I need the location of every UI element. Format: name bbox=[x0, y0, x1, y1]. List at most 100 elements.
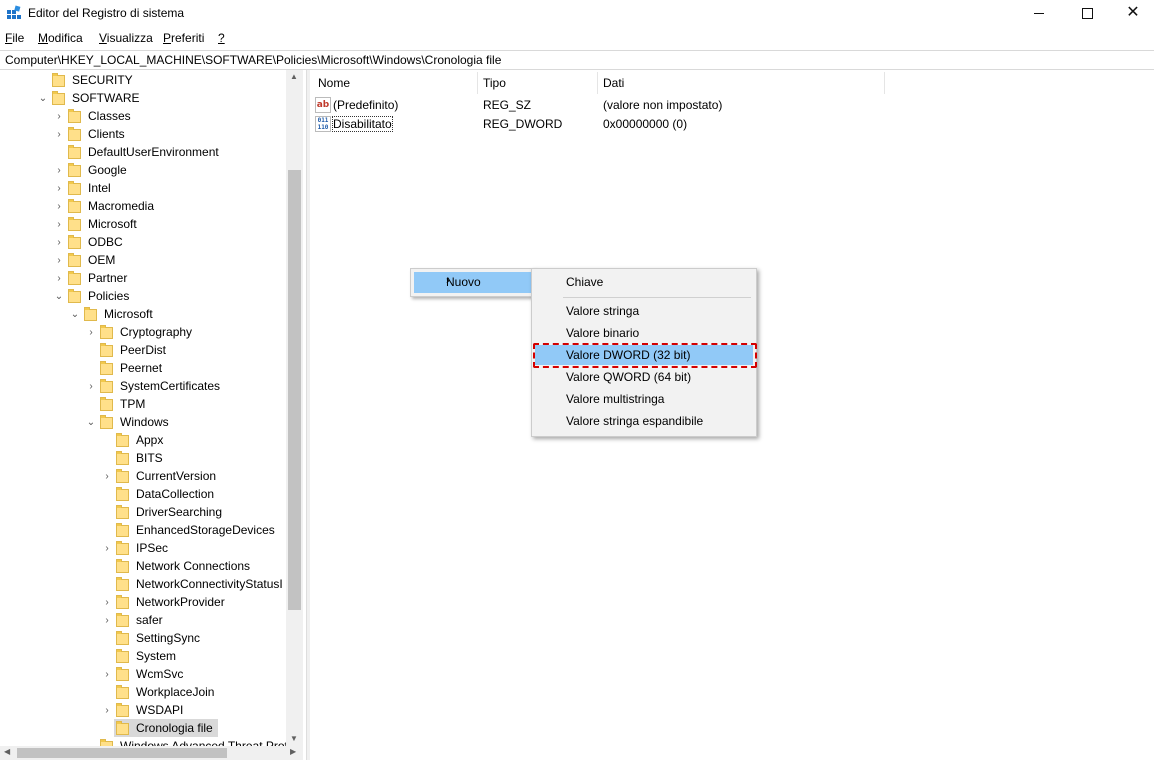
menu-preferiti[interactable]: Preferiti bbox=[163, 31, 204, 45]
tree-node[interactable]: › ODBC bbox=[0, 233, 286, 251]
chevron-right-icon[interactable]: › bbox=[102, 543, 112, 554]
chevron-down-icon[interactable]: ⌄ bbox=[38, 93, 48, 104]
value-row[interactable]: 011 110 Disabilitato REG_DWORD 0x0000000… bbox=[314, 115, 1114, 133]
address-bar[interactable]: Computer\HKEY_LOCAL_MACHINE\SOFTWARE\Pol… bbox=[0, 50, 1154, 70]
scroll-left-icon[interactable]: ◀ bbox=[4, 747, 10, 756]
scroll-down-icon[interactable]: ▼ bbox=[290, 734, 298, 743]
chevron-down-icon[interactable]: ⌄ bbox=[54, 291, 64, 302]
tree-node[interactable]: DriverSearching bbox=[0, 503, 286, 521]
column-header-type[interactable]: Tipo bbox=[483, 76, 506, 98]
chevron-right-icon[interactable]: › bbox=[54, 273, 64, 284]
menu-item-valore-binario[interactable]: Valore binario bbox=[535, 323, 753, 343]
menu-item-chiave[interactable]: Chiave bbox=[535, 272, 753, 292]
tree-node[interactable]: › NetworkProvider bbox=[0, 593, 286, 611]
tree-node[interactable]: ⌄ Windows bbox=[0, 413, 286, 431]
tree-node[interactable]: TPM bbox=[0, 395, 286, 413]
tree-node[interactable]: › Macromedia bbox=[0, 197, 286, 215]
tree-node[interactable]: › OEM bbox=[0, 251, 286, 269]
menu-help[interactable]: ? bbox=[218, 31, 225, 45]
tree-node[interactable]: DefaultUserEnvironment bbox=[0, 143, 286, 161]
chevron-right-icon[interactable]: › bbox=[86, 327, 96, 338]
column-divider[interactable] bbox=[477, 72, 478, 94]
tree-node-label: TPM bbox=[120, 397, 146, 411]
tree-node[interactable]: › WcmSvc bbox=[0, 665, 286, 683]
menu-visualizza[interactable]: Visualizza bbox=[99, 31, 153, 45]
hscroll-thumb[interactable] bbox=[17, 748, 227, 758]
chevron-down-icon[interactable]: ⌄ bbox=[86, 417, 96, 428]
tree-node[interactable]: Windows Advanced Threat Prot bbox=[0, 737, 286, 746]
tree-node[interactable]: › Microsoft bbox=[0, 215, 286, 233]
scroll-thumb[interactable] bbox=[288, 170, 301, 610]
tree-node[interactable]: ⌄ SOFTWARE bbox=[0, 89, 286, 107]
chevron-right-icon[interactable]: › bbox=[102, 669, 112, 680]
tree-node[interactable]: DataCollection bbox=[0, 485, 286, 503]
chevron-right-icon[interactable]: › bbox=[54, 219, 64, 230]
minimize-button[interactable] bbox=[1016, 0, 1062, 26]
menu-item-valore-stringa-espandibile[interactable]: Valore stringa espandibile bbox=[535, 411, 753, 431]
tree-node[interactable]: › CurrentVersion bbox=[0, 467, 286, 485]
tree-node[interactable]: › Classes bbox=[0, 107, 286, 125]
column-divider[interactable] bbox=[597, 72, 598, 94]
column-header-name[interactable]: Nome bbox=[318, 76, 350, 98]
tree-node-label: DataCollection bbox=[136, 487, 215, 501]
tree-node[interactable]: › Intel bbox=[0, 179, 286, 197]
tree-node[interactable]: › safer bbox=[0, 611, 286, 629]
menu-item-valore-multistringa[interactable]: Valore multistringa bbox=[535, 389, 753, 409]
menu-modifica[interactable]: Modifica bbox=[38, 31, 83, 45]
tree-node[interactable]: SECURITY bbox=[0, 71, 286, 89]
tree-horizontal-scrollbar[interactable]: ◀ ▶ bbox=[0, 746, 303, 760]
chevron-right-icon[interactable]: › bbox=[86, 381, 96, 392]
tree-node[interactable]: Network Connections bbox=[0, 557, 286, 575]
folder-icon bbox=[68, 199, 82, 213]
chevron-right-icon[interactable]: › bbox=[102, 615, 112, 626]
value-name: Disabilitato bbox=[332, 116, 393, 132]
tree-node[interactable]: ⌄ Microsoft bbox=[0, 305, 286, 323]
tree-node[interactable]: › IPSec bbox=[0, 539, 286, 557]
tree-node[interactable]: SettingSync bbox=[0, 629, 286, 647]
tree-node-label: DriverSearching bbox=[136, 505, 223, 519]
tree-node[interactable]: › Google bbox=[0, 161, 286, 179]
tree-node-label: DefaultUserEnvironment bbox=[88, 145, 219, 159]
tree-node[interactable]: Cronologia file bbox=[0, 719, 286, 737]
chevron-right-icon[interactable]: › bbox=[102, 471, 112, 482]
chevron-down-icon[interactable]: ⌄ bbox=[70, 309, 80, 320]
chevron-right-icon[interactable]: › bbox=[54, 165, 64, 176]
chevron-right-icon[interactable]: › bbox=[54, 111, 64, 122]
tree-vertical-scrollbar[interactable]: ▲ ▼ bbox=[286, 70, 303, 746]
tree-node[interactable]: System bbox=[0, 647, 286, 665]
chevron-right-icon[interactable]: › bbox=[54, 237, 64, 248]
chevron-right-icon[interactable]: › bbox=[102, 705, 112, 716]
scroll-right-icon[interactable]: ▶ bbox=[290, 747, 296, 756]
close-button[interactable]: ✕ bbox=[1110, 0, 1154, 26]
tree-node[interactable]: › Cryptography bbox=[0, 323, 286, 341]
tree-node[interactable]: › Partner bbox=[0, 269, 286, 287]
chevron-right-icon[interactable]: › bbox=[54, 129, 64, 140]
maximize-button[interactable] bbox=[1064, 0, 1110, 26]
tree-node[interactable]: Appx bbox=[0, 431, 286, 449]
folder-icon bbox=[116, 541, 130, 555]
chevron-right-icon[interactable]: › bbox=[54, 201, 64, 212]
value-row[interactable]: ab (Predefinito) REG_SZ (valore non impo… bbox=[314, 96, 1114, 114]
scroll-up-icon[interactable]: ▲ bbox=[290, 72, 298, 81]
menu-item-nuovo[interactable]: Nuovo › bbox=[414, 272, 531, 293]
chevron-right-icon[interactable]: › bbox=[54, 183, 64, 194]
tree-node[interactable]: EnhancedStorageDevices bbox=[0, 521, 286, 539]
tree-node[interactable]: › Clients bbox=[0, 125, 286, 143]
tree-node[interactable]: BITS bbox=[0, 449, 286, 467]
menu-file[interactable]: File bbox=[5, 31, 24, 45]
tree-node[interactable]: PeerDist bbox=[0, 341, 286, 359]
chevron-right-icon[interactable]: › bbox=[54, 255, 64, 266]
menu-item-valore-stringa[interactable]: Valore stringa bbox=[535, 301, 753, 321]
tree-node[interactable]: WorkplaceJoin bbox=[0, 683, 286, 701]
tree-node[interactable]: Peernet bbox=[0, 359, 286, 377]
tree-node[interactable]: NetworkConnectivityStatusI bbox=[0, 575, 286, 593]
column-header-data[interactable]: Dati bbox=[603, 76, 624, 98]
column-divider[interactable] bbox=[884, 72, 885, 94]
chevron-right-icon[interactable]: › bbox=[102, 597, 112, 608]
pane-splitter[interactable] bbox=[306, 70, 310, 760]
tree-node[interactable]: › WSDAPI bbox=[0, 701, 286, 719]
folder-icon bbox=[116, 451, 130, 465]
menu-item-valore-qword[interactable]: Valore QWORD (64 bit) bbox=[535, 367, 753, 387]
tree-node[interactable]: ⌄ Policies bbox=[0, 287, 286, 305]
tree-node[interactable]: › SystemCertificates bbox=[0, 377, 286, 395]
